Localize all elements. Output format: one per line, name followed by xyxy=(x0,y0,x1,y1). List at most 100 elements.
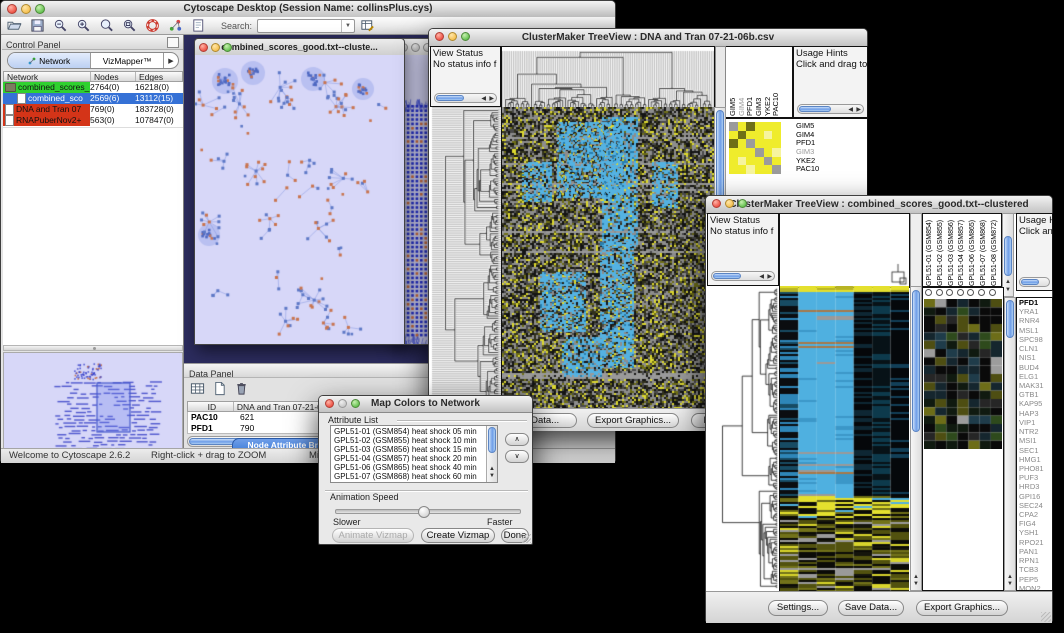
gene-label[interactable]: GPI16 xyxy=(1019,492,1052,501)
view-status-scrollbar[interactable]: ◀ ▶ xyxy=(434,93,497,103)
gene-label[interactable]: SEC1 xyxy=(1019,446,1052,455)
tab-overflow-arrow-icon[interactable]: ▶ xyxy=(164,53,178,68)
gene-label[interactable]: CPA2 xyxy=(1019,510,1052,519)
gene-label[interactable]: NTR2 xyxy=(1019,427,1052,436)
minimize-icon[interactable] xyxy=(21,4,31,14)
network-row[interactable]: combined_sco2569(6)13112(15) xyxy=(3,93,183,104)
column-select-circle-icon[interactable] xyxy=(957,289,964,296)
gene-label[interactable]: TCB3 xyxy=(1019,565,1052,574)
gene-label[interactable]: MAK31 xyxy=(1019,381,1052,390)
network-row[interactable]: RNAPuberNov2+563(0)107847(0) xyxy=(3,115,183,126)
scroll-down-icon[interactable]: ▼ xyxy=(487,473,497,480)
column-dendrogram-canvas[interactable] xyxy=(501,46,715,109)
scroll-up-icon[interactable]: ▲ xyxy=(1005,574,1015,581)
zoom-column-label[interactable]: GIM5 xyxy=(729,49,738,116)
scroll-down-icon[interactable]: ▼ xyxy=(911,581,921,588)
scroll-left-icon[interactable]: ◀ xyxy=(848,105,853,114)
column-select-circle-icon[interactable] xyxy=(925,289,932,296)
col-network[interactable]: Network xyxy=(4,72,91,81)
slider-thumb[interactable] xyxy=(418,506,430,518)
gene-label[interactable]: RNR4 xyxy=(1019,316,1052,325)
settings-button[interactable]: Settings... xyxy=(768,600,828,616)
column-select-circle-icon[interactable] xyxy=(946,289,953,296)
column-dendrogram-canvas[interactable] xyxy=(779,213,910,288)
gene-label[interactable]: MON2 xyxy=(1019,584,1052,591)
network-row[interactable]: DNA and Tran 07769(0)183728(0) xyxy=(3,104,183,115)
scroll-right-icon[interactable]: ▶ xyxy=(767,272,772,281)
col-edges[interactable]: Edges xyxy=(136,72,182,81)
array-label[interactable]: GPL51-04 (GSM857) xyxy=(957,215,968,286)
network-overview-canvas[interactable] xyxy=(3,352,183,457)
zoom-in-icon[interactable] xyxy=(76,18,93,34)
gene-label[interactable]: SPC98 xyxy=(1019,335,1052,344)
gene-label[interactable]: RPO21 xyxy=(1019,538,1052,547)
gene-label[interactable]: PHO81 xyxy=(1019,464,1052,473)
scroll-left-icon[interactable]: ◀ xyxy=(481,94,486,103)
panel-splitter[interactable] xyxy=(3,345,183,351)
gene-label[interactable]: BUD4 xyxy=(1019,363,1052,372)
zoom-window-icon[interactable] xyxy=(461,32,470,41)
array-label[interactable]: GPL51-06 (GSM865) xyxy=(968,215,979,286)
scroll-down-icon[interactable]: ▼ xyxy=(1005,581,1015,588)
scroll-thumb[interactable] xyxy=(436,95,464,101)
scroll-thumb[interactable] xyxy=(1004,236,1012,276)
window-controls[interactable] xyxy=(199,43,232,52)
window-controls[interactable] xyxy=(712,199,747,208)
gene-label[interactable]: YRA1 xyxy=(1019,307,1052,316)
resize-grip-icon[interactable] xyxy=(1041,612,1051,622)
zoom-column-label[interactable]: PFD1 xyxy=(746,49,755,116)
attribute-item[interactable]: GPL51-07 (GSM868) heat shock 60 min xyxy=(331,472,497,481)
zoom-window-icon[interactable] xyxy=(35,4,45,14)
network-row[interactable]: combined_scores_2764(0)16218(0) xyxy=(3,82,183,93)
zoom-actual-icon[interactable] xyxy=(99,18,116,34)
delete-attribute-icon[interactable] xyxy=(234,381,251,397)
search-input[interactable]: ▼ xyxy=(257,19,355,33)
zoom-window-icon[interactable] xyxy=(738,199,747,208)
dialog-titlebar[interactable]: Map Colors to Network xyxy=(319,396,532,413)
gene-label[interactable]: RPN1 xyxy=(1019,556,1052,565)
tab-network[interactable]: Network xyxy=(8,53,91,68)
gene-label[interactable]: PAN1 xyxy=(1019,547,1052,556)
gene-list-scrollbar[interactable]: ▲ ▼ xyxy=(1004,297,1016,591)
search-dropdown-icon[interactable]: ▼ xyxy=(341,20,354,32)
tab-vizmapper[interactable]: VizMapper™ xyxy=(91,53,164,68)
zoom-window-icon[interactable] xyxy=(351,399,360,408)
move-up-button[interactable]: ∧ xyxy=(505,433,529,446)
minimize-icon[interactable] xyxy=(725,199,734,208)
column-select-circles[interactable] xyxy=(925,289,1003,297)
minimize-icon[interactable] xyxy=(411,43,420,52)
export-graphics-button[interactable]: Export Graphics... xyxy=(587,413,679,428)
attribute-item[interactable]: GPL51-01 (GSM854) heat shock 05 min xyxy=(331,427,497,436)
annotation-icon[interactable] xyxy=(191,18,208,34)
zoom-row-label[interactable]: PAC10 xyxy=(796,165,819,174)
gene-label[interactable]: VIP1 xyxy=(1019,418,1052,427)
attribute-listbox[interactable]: GPL51-01 (GSM854) heat shock 05 min GPL5… xyxy=(330,425,498,483)
array-label[interactable]: GPL51-02 (GSM855) xyxy=(936,215,947,286)
gene-label[interactable]: YSH1 xyxy=(1019,528,1052,537)
move-down-button[interactable]: ∨ xyxy=(505,450,529,463)
array-label[interactable]: GPL51-03 (GSM856) xyxy=(947,215,958,286)
zoom-fit-icon[interactable] xyxy=(122,18,139,34)
gene-label[interactable]: PUF3 xyxy=(1019,473,1052,482)
view-status-scrollbar[interactable]: ◀ ▶ xyxy=(711,271,775,281)
row-dendrogram-canvas[interactable] xyxy=(707,286,779,591)
close-icon[interactable] xyxy=(7,4,17,14)
new-attribute-icon[interactable] xyxy=(212,381,229,397)
column-select-circle-icon[interactable] xyxy=(967,289,974,296)
zoom-column-label[interactable]: GIM3 xyxy=(755,49,764,116)
column-select-circle-icon[interactable] xyxy=(978,289,985,296)
scroll-right-icon[interactable]: ▶ xyxy=(489,94,494,103)
main-titlebar[interactable]: Cytoscape Desktop (Session Name: collins… xyxy=(1,1,615,18)
usage-hints-scrollbar[interactable] xyxy=(1019,277,1050,287)
save-data-button[interactable]: Save Data... xyxy=(838,600,904,616)
attribute-item[interactable]: GPL51-03 (GSM856) heat shock 15 min xyxy=(331,445,497,454)
array-labels-scrollbar[interactable]: ▲ ▼ xyxy=(1002,213,1014,297)
gene-label[interactable]: PFD1 xyxy=(1019,298,1052,307)
gene-label[interactable]: SEC24 xyxy=(1019,501,1052,510)
row-dendrogram-canvas[interactable] xyxy=(430,107,501,408)
zoom-matrix[interactable] xyxy=(729,122,781,174)
gene-label[interactable]: FIG4 xyxy=(1019,519,1052,528)
gene-label[interactable]: KAP95 xyxy=(1019,399,1052,408)
close-icon[interactable] xyxy=(199,43,208,52)
minimize-icon[interactable] xyxy=(448,32,457,41)
